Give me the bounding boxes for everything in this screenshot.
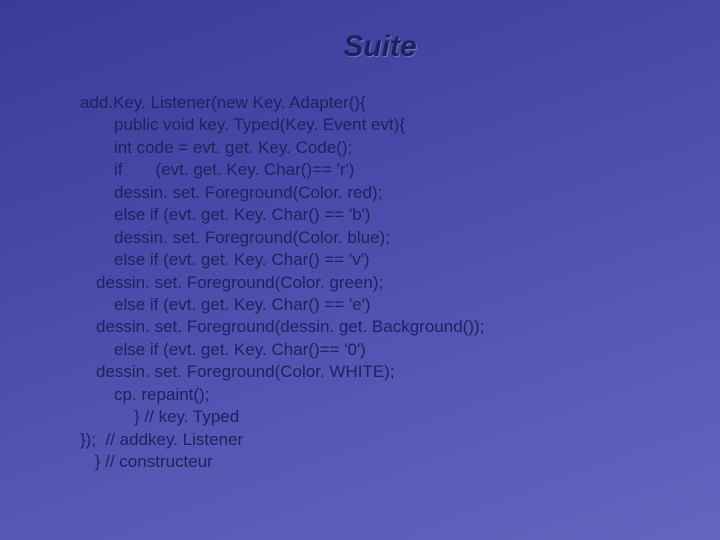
code-line: dessin. set. Foreground(Color. blue);: [80, 227, 680, 249]
code-line: dessin. set. Foreground(Color. red);: [80, 182, 680, 204]
code-line: } // key. Typed: [80, 406, 680, 428]
code-line: else if (evt. get. Key. Char()== '0'): [80, 339, 680, 361]
code-line: int code = evt. get. Key. Code();: [80, 137, 680, 159]
slide-title: Suite: [80, 30, 680, 64]
slide: Suite add.Key. Listener(new Key. Adapter…: [0, 0, 720, 473]
code-line: cp. repaint();: [80, 384, 680, 406]
code-line: }); // addkey. Listener: [80, 429, 680, 451]
code-line: dessin. set. Foreground(Color. green);: [80, 272, 680, 294]
code-line: public void key. Typed(Key. Event evt){: [80, 114, 680, 136]
code-line: dessin. set. Foreground(Color. WHITE);: [80, 361, 680, 383]
code-line: add.Key. Listener(new Key. Adapter(){: [80, 92, 680, 114]
code-line: if (evt. get. Key. Char()== 'r'): [80, 159, 680, 181]
code-line: dessin. set. Foreground(dessin. get. Bac…: [80, 316, 680, 338]
code-line: else if (evt. get. Key. Char() == 'b'): [80, 204, 680, 226]
code-block: add.Key. Listener(new Key. Adapter(){ pu…: [80, 92, 680, 473]
code-line: else if (evt. get. Key. Char() == 'e'): [80, 294, 680, 316]
code-line: else if (evt. get. Key. Char() == 'v'): [80, 249, 680, 271]
code-line: } // constructeur: [80, 451, 680, 473]
